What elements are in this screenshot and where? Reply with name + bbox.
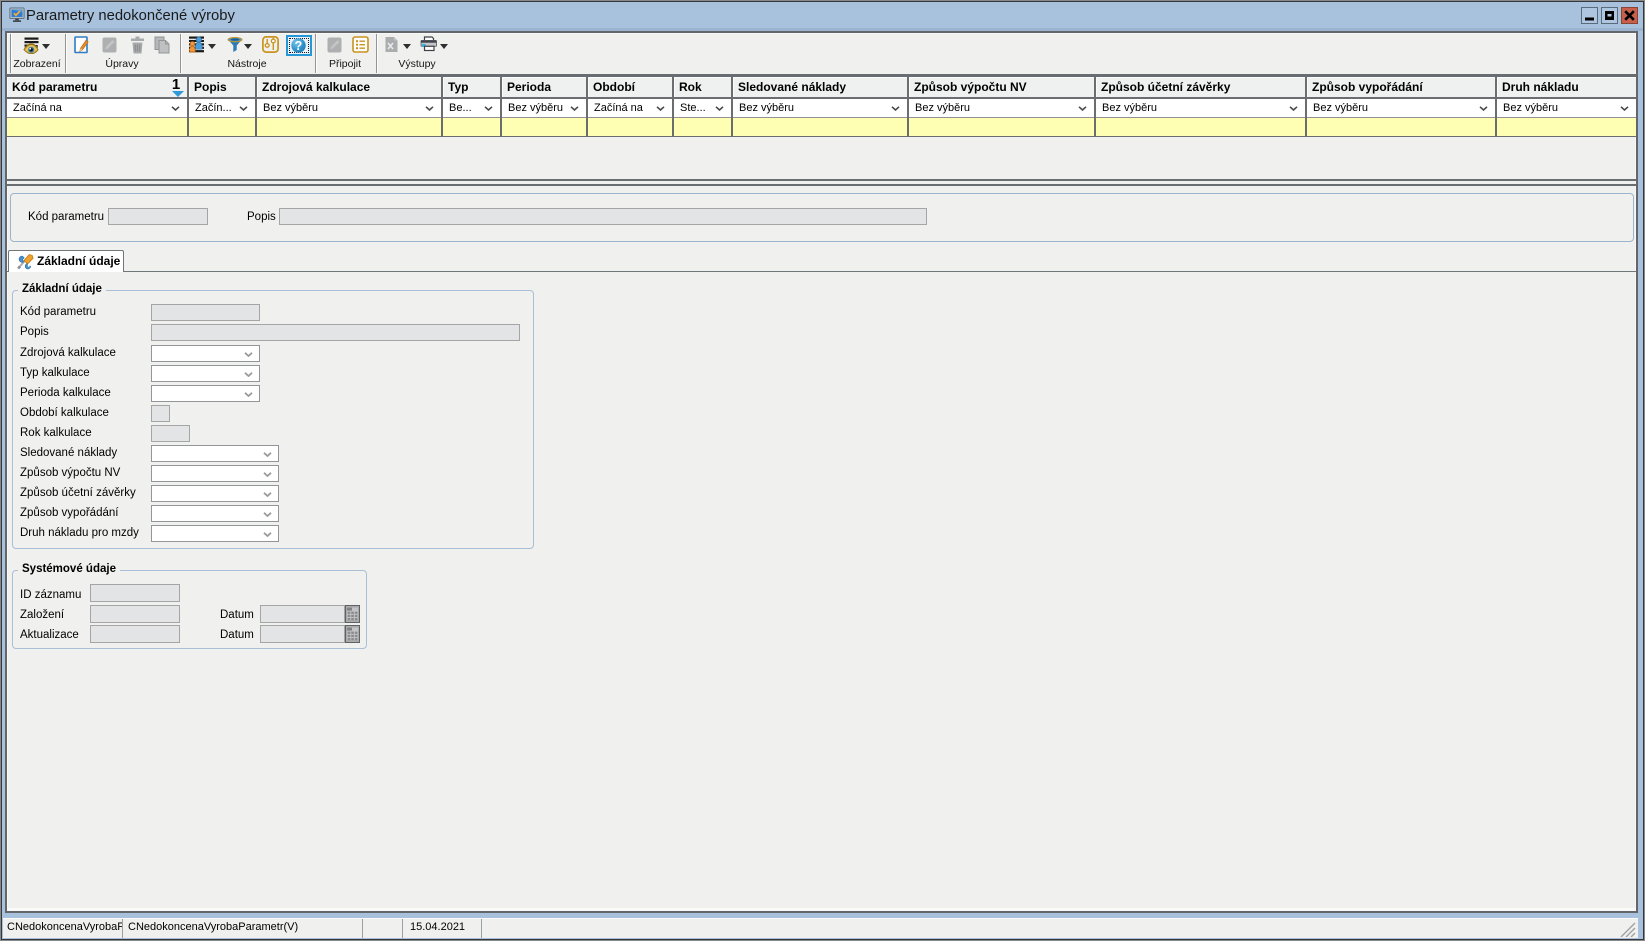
svg-text:?: ? <box>295 39 303 53</box>
